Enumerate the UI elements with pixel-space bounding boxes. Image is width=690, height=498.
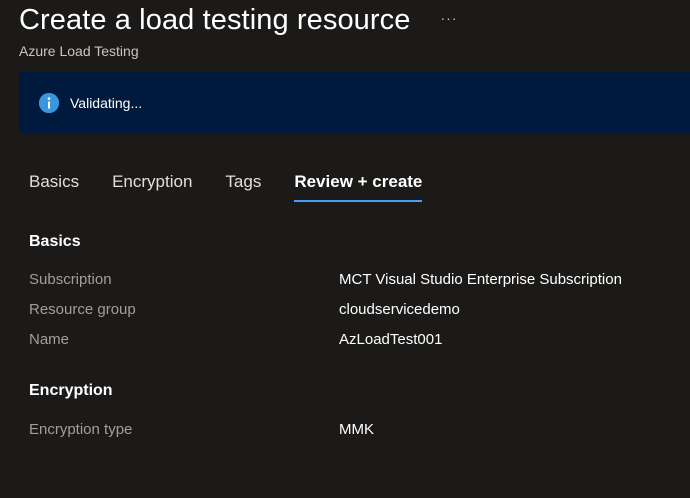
name-label: Name — [29, 331, 70, 348]
more-options-button[interactable]: ··· — [441, 10, 458, 26]
banner-message: Validating... — [70, 94, 143, 111]
subscription-label: Subscription — [29, 271, 112, 288]
tab-review-create[interactable]: Review + create — [294, 172, 423, 202]
resource-group-label: Resource group — [29, 301, 136, 318]
subscription-value: MCT Visual Studio Enterprise Subscriptio… — [339, 271, 622, 288]
info-icon-glyph — [39, 92, 59, 113]
validation-banner: Validating... — [19, 72, 690, 133]
page-subtitle: Azure Load Testing — [19, 43, 139, 59]
basics-section-heading: Basics — [29, 233, 81, 250]
tab-tags[interactable]: Tags — [225, 172, 261, 202]
encryption-type-label: Encryption type — [29, 421, 133, 438]
tab-bar: Basics Encryption Tags Review + create — [29, 172, 455, 202]
name-value: AzLoadTest001 — [339, 331, 443, 348]
resource-group-value: cloudservicedemo — [339, 301, 460, 318]
info-icon — [39, 92, 59, 113]
page: Create a load testing resource ··· Azure… — [0, 0, 690, 498]
page-title: Create a load testing resource — [19, 4, 411, 36]
title-row: Create a load testing resource ··· — [19, 4, 458, 37]
tab-encryption[interactable]: Encryption — [112, 172, 192, 202]
tab-basics[interactable]: Basics — [29, 172, 79, 202]
encryption-section-heading: Encryption — [29, 382, 113, 399]
encryption-type-value: MMK — [339, 421, 374, 438]
